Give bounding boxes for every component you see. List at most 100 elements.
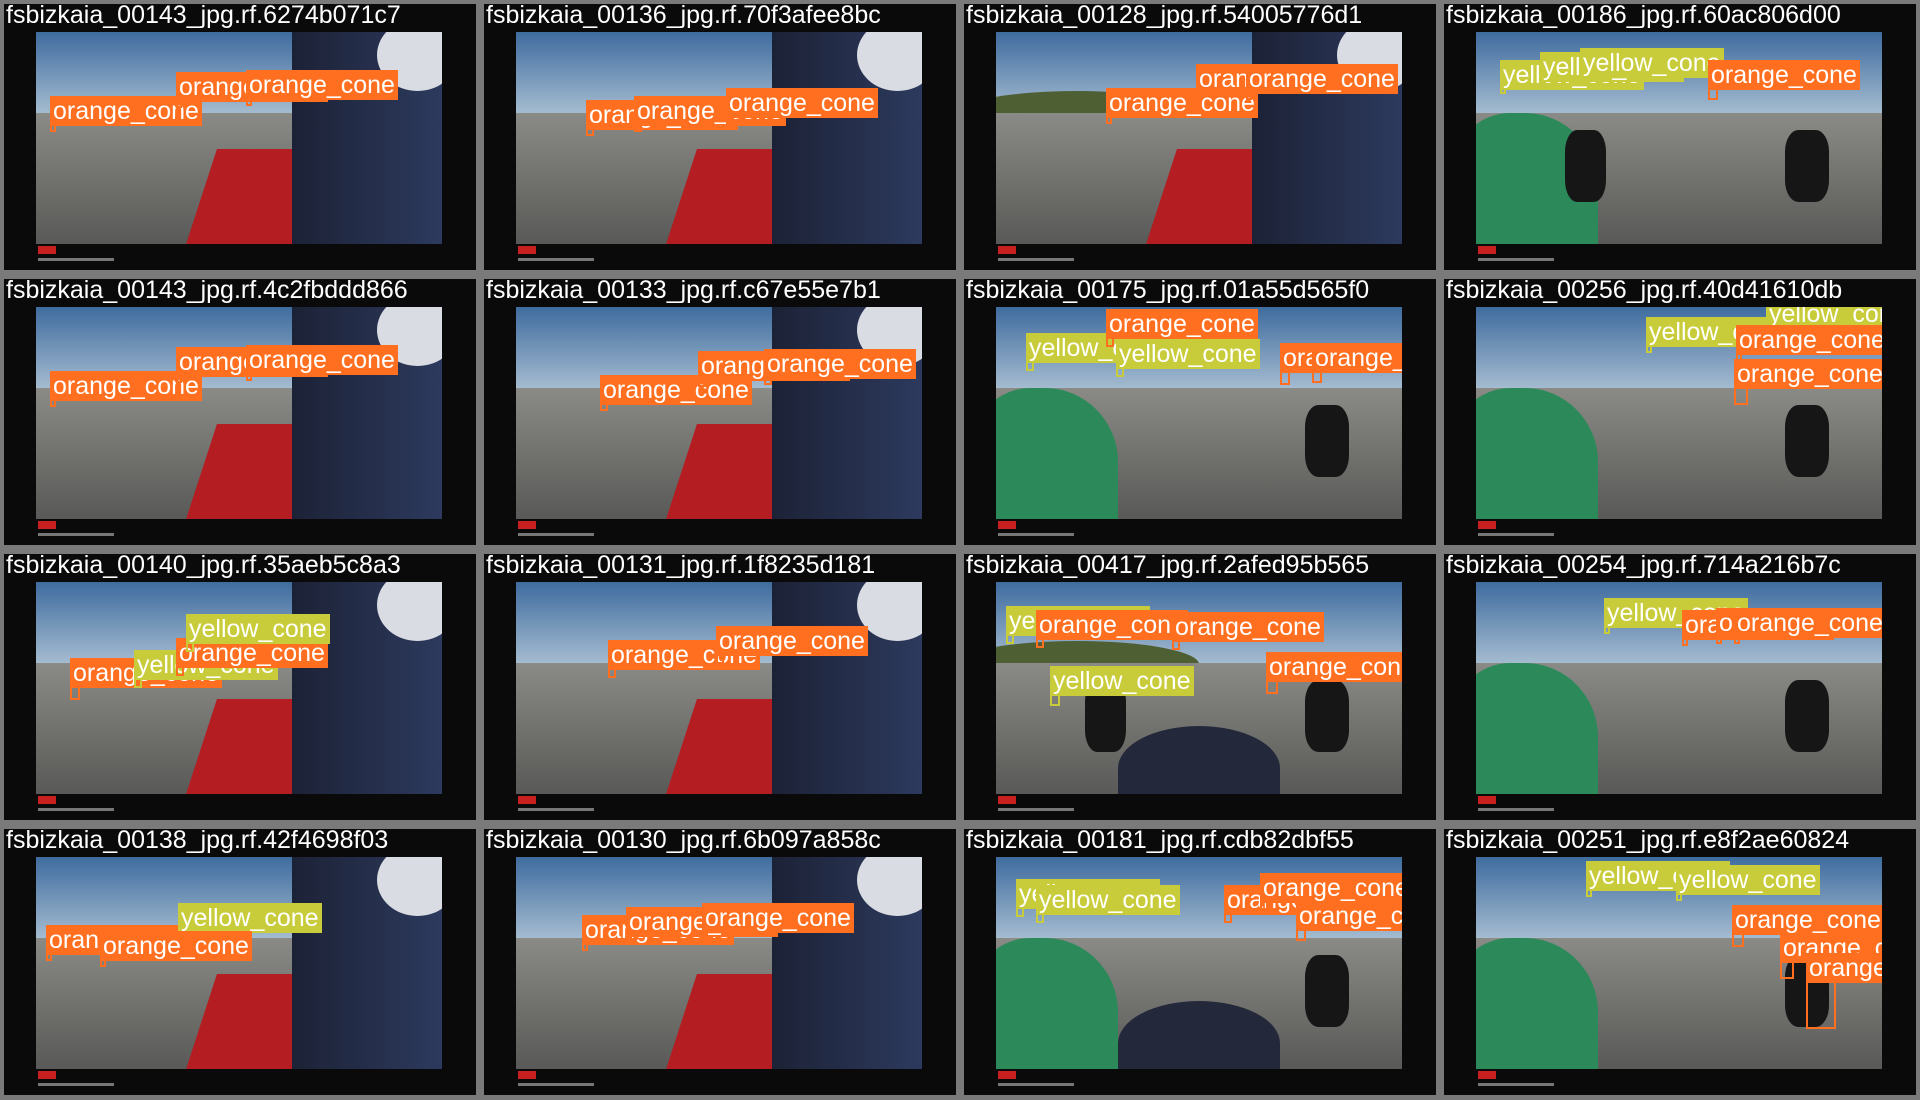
orange-cone-detection: orange_cone	[1036, 610, 1188, 648]
onboard-camera-image: yellow_coneyellow_coneyellow_coneorange_…	[1476, 32, 1882, 244]
orange-cone-detection: orange_cone	[1224, 885, 1376, 923]
orange-cone-detection: orange_cone	[1106, 88, 1258, 124]
fsb-logo	[38, 1071, 56, 1079]
fsb-logo	[518, 521, 536, 529]
fsb-logo	[998, 246, 1016, 254]
onboard-camera-image: yellow_coneyellow_cone orange_coneorange_…	[996, 857, 1402, 1069]
image-frame: orange_coneyellow_coneorange_coneyellow_…	[4, 554, 476, 820]
camera-watermark-text	[998, 808, 1074, 811]
orange-cone-detection: orange_cone	[100, 931, 252, 967]
camera-watermark-text	[998, 533, 1074, 536]
yellow-cone-detection: yellow_cone	[1006, 606, 1150, 644]
mosaic-tile: yellow_coneorange_coneorange_coneorange_…	[1440, 550, 1920, 825]
image-filename-caption: fsbizkaia_00175_jpg.rf.01a55d565f0	[966, 276, 1370, 304]
image-filename-caption: fsbizkaia_00251_jpg.rf.e8f2ae60824	[1446, 826, 1850, 854]
image-filename-caption: fsbizkaia_00133_jpg.rf.c67e55e7b1	[486, 276, 881, 304]
detection-label: yellow_cone	[178, 903, 322, 933]
image-frame: orange_coneorange_coneorange_cone	[4, 4, 476, 270]
mosaic-tile: yellow_coneorange_coneorange_coneyellow_…	[960, 550, 1440, 825]
orange-cone-detection: orange_cone	[246, 70, 398, 106]
image-filename-caption: fsbizkaia_00131_jpg.rf.1f8235d181	[486, 551, 876, 579]
camera-watermark-text	[1478, 258, 1554, 261]
onboard-camera-image: orange_coneyellow_coneorange_cone	[36, 857, 442, 1069]
yellow-cone-detection: yellow_cone	[1604, 598, 1748, 634]
orange-cone-detection: orange_cone	[1732, 905, 1882, 947]
orange-cone-detection: orange_cone	[1172, 612, 1324, 650]
detection-label: orange_cone	[726, 88, 878, 118]
orange-cone-detection: orange_cone	[1296, 901, 1402, 941]
detection-label: yellow_cone	[1676, 865, 1820, 895]
image-frame: yellow_coneyellow_coneyellow_coneorange_…	[1444, 4, 1916, 270]
detection-label: orange_cone	[1806, 953, 1882, 983]
yellow-cone-detection: yellow_cone	[1676, 865, 1820, 901]
yellow-cone-detection: yellow_cone	[134, 650, 278, 688]
camera-watermark-text	[38, 1083, 114, 1086]
orange-cone-detection: orange_cone	[1708, 60, 1860, 100]
image-frame: yellow_coneorange_coneorange_coneorange_…	[1444, 554, 1916, 820]
image-frame: yellow_coneyellow_coneorange_coneorange_…	[1444, 829, 1916, 1095]
tire-r-shape	[1784, 404, 1830, 477]
detection-label: orange_cone	[1312, 343, 1402, 373]
detection-label: orange_cone	[1736, 325, 1882, 355]
camera-watermark-text	[518, 1083, 594, 1086]
yellow-cone-detection: yellow_cone	[1050, 666, 1194, 706]
fsb-logo	[998, 521, 1016, 529]
detection-label: orange_cone	[1172, 612, 1324, 642]
orange-cone-detection: orange_cone	[726, 88, 878, 124]
orange-cone-detection: orange_cone	[1106, 309, 1258, 347]
image-frame: yellow_coneyellow_coneorange_coneorange_…	[1444, 279, 1916, 545]
detection-label: yellow_cone	[1050, 666, 1194, 696]
mosaic-tile: orange_coneorange_coneorange_conefsbizka…	[960, 0, 1440, 275]
onboard-camera-image: yellow_coneorange_coneorange_coneorange_…	[1476, 582, 1882, 794]
mosaic-tile: yellow_coneyellow_coneorange_coneorange_…	[1440, 275, 1920, 550]
image-filename-caption: fsbizkaia_00143_jpg.rf.4c2fbddd866	[6, 276, 408, 304]
detection-label: orange_cone	[1036, 610, 1188, 640]
image-filename-caption: fsbizkaia_00181_jpg.rf.cdb82dbf55	[966, 826, 1354, 854]
mosaic-tile: orange_coneorange_coneorange_conefsbizka…	[0, 275, 480, 550]
fsb-logo	[1478, 521, 1496, 529]
orange-cone-detection: orange_cone	[698, 351, 850, 387]
orange-cone-detection: orange_cone	[1246, 64, 1398, 100]
camera-watermark-text	[1478, 533, 1554, 536]
fsb-logo	[1478, 796, 1496, 804]
yellow-cone-detection: yellow_cone	[1580, 48, 1724, 82]
image-frame: orange_coneorange_coneorange_cone	[964, 4, 1436, 270]
tire-r-shape	[1304, 404, 1350, 477]
detection-label: orange_cone	[1106, 309, 1258, 339]
image-frame: orange_cone orange_cone	[484, 554, 956, 820]
detection-label: orange_cone	[246, 345, 398, 375]
orange-cone-detection: orange_cone	[1280, 343, 1402, 385]
tire-r-shape	[1784, 679, 1830, 752]
onboard-camera-image: orange_coneorange_coneorange_cone	[516, 307, 922, 519]
yellow-cone-detection: yellow_cone	[1586, 861, 1730, 897]
onboard-camera-image: orange_coneorange_coneorange_cone	[516, 32, 922, 244]
orange-cone-detection: orange_cone	[50, 96, 202, 132]
tire-r-shape	[1304, 679, 1350, 752]
fsb-logo	[1478, 246, 1496, 254]
mosaic-tile: orange_coneorange_coneorange_conefsbizka…	[480, 825, 960, 1100]
fsb-logo	[38, 796, 56, 804]
orange-cone-detection: orange_cone	[702, 903, 854, 939]
onboard-camera-image: orange_coneyellow_coneorange_coneyellow_…	[36, 582, 442, 794]
orange-cone-detection: orange_cone	[50, 371, 202, 407]
image-filename-caption: fsbizkaia_00140_jpg.rf.35aeb5c8a3	[6, 551, 401, 579]
image-filename-caption: fsbizkaia_00186_jpg.rf.60ac806d00	[1446, 1, 1841, 29]
image-frame: yellow_coneyellow_cone orange_coneorange_…	[964, 829, 1436, 1095]
fsb-logo	[998, 1071, 1016, 1079]
detection-label: orange_cone	[1266, 652, 1402, 682]
detection-label: orange_cone	[1296, 901, 1402, 931]
mosaic-tile: orange_cone orange_cone fsbizkaia_00131_jp…	[480, 550, 960, 825]
detection-label: orange_cone	[100, 931, 252, 961]
camera-watermark-text	[38, 533, 114, 536]
orange-cone-detection: orange_cone	[1780, 933, 1882, 979]
yellow-cone-detection: yellow_cone	[1016, 879, 1160, 917]
orange-cone-detection: orange_cone	[764, 349, 916, 385]
tire-r-shape	[1304, 954, 1350, 1027]
fsb-logo	[518, 1071, 536, 1079]
detection-label: orange_cone	[1246, 64, 1398, 94]
mosaic-tile: yellow_coneyellow_coneyellow_coneorange_…	[1440, 0, 1920, 275]
yellow-cone-detection: yellow_cone	[1036, 885, 1180, 923]
yellow-cone-detection: yellow_cone	[1026, 333, 1170, 371]
detection-label: orange_cone	[1708, 60, 1860, 90]
image-filename-caption: fsbizkaia_00138_jpg.rf.42f4698f03	[6, 826, 389, 854]
